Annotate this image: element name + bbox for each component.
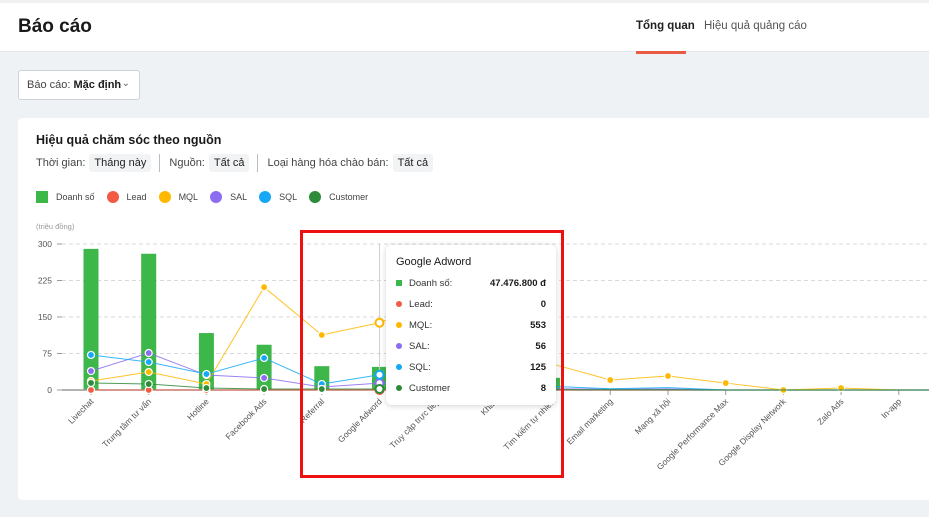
tooltip-value: 8 (540, 382, 546, 394)
tooltip-value: 56 (535, 340, 546, 352)
x-tick-label: Livechat (66, 396, 96, 426)
tooltip-value: 125 (530, 361, 546, 373)
tooltip-swatch (396, 385, 402, 391)
point-sql (260, 353, 269, 363)
point-customer (86, 378, 96, 388)
x-tick-label: In-app (879, 396, 903, 420)
tooltip-swatch (396, 322, 402, 328)
tooltip-swatch (396, 301, 402, 307)
tooltip-label: MQL: (409, 319, 433, 331)
x-tick-label: Referral (298, 396, 327, 425)
tooltip-label: SQL: (409, 361, 431, 373)
tooltip-label: Lead: (409, 298, 433, 310)
point-customer (202, 383, 211, 393)
tooltip-label: Customer (409, 382, 451, 394)
point-sql (374, 369, 385, 380)
x-tick-label: Google Display Network (716, 396, 788, 468)
tooltip-row: Doanh số: 47.476.800 đ (396, 276, 546, 290)
tooltip-swatch (396, 280, 402, 286)
tooltip-value: 0 (540, 298, 546, 310)
tooltip-row: SQL: 125 (396, 360, 546, 374)
x-tick-label: Hotline (185, 396, 211, 422)
tooltip-label: Doanh số: (409, 277, 453, 289)
x-tick-label: Zalo Ads (815, 396, 845, 426)
y-tick-label: 300 (38, 239, 52, 249)
point-customer (317, 384, 326, 394)
x-tick-label: Facebook Ads (223, 396, 268, 441)
point-customer (260, 384, 269, 394)
tooltip-title: Google Adword (396, 256, 472, 268)
point-sql (86, 350, 96, 360)
point-sal (86, 366, 96, 376)
tooltip-value: 47.476.800 đ (490, 277, 546, 289)
point-customer (144, 379, 153, 389)
tooltip-row: MQL: 553 (396, 318, 546, 332)
point-mql (836, 383, 846, 393)
point-sal (144, 348, 153, 358)
x-tick-label: Google Adword (336, 396, 384, 444)
tooltip-row: SAL: 56 (396, 339, 546, 353)
point-sql (144, 357, 153, 367)
point-sal (260, 373, 269, 383)
point-lead (86, 385, 96, 395)
point-mql (721, 378, 730, 388)
point-mql (663, 371, 673, 381)
tooltip-row: Customer 8 (396, 381, 546, 395)
x-tick-label: Mạng xã hội (633, 396, 673, 436)
y-axis-unit-label: (triệu đồng) (36, 222, 75, 231)
tooltip-swatch (396, 343, 402, 349)
y-tick-label: 150 (38, 312, 52, 322)
point-mql (260, 283, 269, 292)
y-tick-label: 75 (43, 349, 53, 359)
tooltip-value: 553 (530, 319, 546, 331)
bar-facebook-ads (256, 344, 272, 390)
chart-tooltip: Google Adword Doanh số: 47.476.800 đ Lead:… (386, 245, 556, 405)
point-sql (202, 369, 211, 379)
point-mql (374, 317, 385, 328)
point-mql (144, 367, 153, 377)
x-tick-label: Email marketing (565, 396, 615, 446)
tooltip-row: Lead: 0 (396, 297, 546, 311)
point-customer (374, 384, 385, 395)
x-tick-label: Trung tâm tư vấn (100, 396, 153, 449)
tooltip-swatch (396, 364, 402, 370)
point-mql (317, 330, 326, 340)
y-tick-label: 225 (38, 276, 52, 286)
y-tick-label: 0 (47, 385, 52, 395)
point-mql (606, 375, 615, 385)
tooltip-label: SAL: (409, 340, 430, 352)
